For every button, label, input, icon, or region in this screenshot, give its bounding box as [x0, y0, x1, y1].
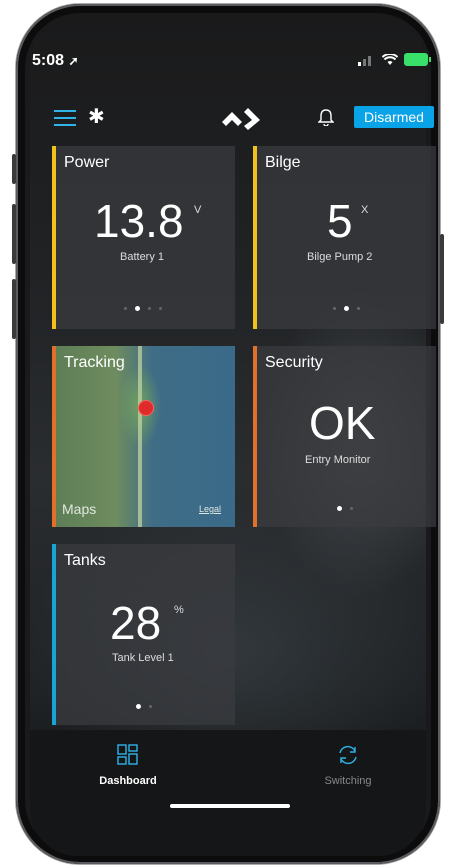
legal-link[interactable]: Legal [199, 504, 221, 514]
wifi-icon [382, 53, 398, 65]
bilge-page-dots[interactable] [333, 306, 360, 311]
power-subtitle: Battery 1 [120, 251, 165, 263]
page-dot-active[interactable] [337, 506, 342, 511]
menu-button[interactable] [54, 110, 76, 126]
bilge-unit: X [361, 204, 369, 216]
volume-down-button [12, 279, 16, 339]
battery-charging-icon [404, 53, 431, 66]
security-accent-bar [253, 346, 257, 527]
tanks-subtitle: Tank Level 1 [112, 652, 174, 664]
tab-switching[interactable]: Switching [288, 744, 408, 787]
bilge-tile[interactable]: Bilge 5 X Bilge Pump 2 [253, 146, 436, 329]
power-value: 13.8 [94, 195, 184, 247]
maps-attribution: Maps [62, 501, 96, 517]
signal-icon [358, 55, 371, 66]
security-tile[interactable]: Security OK Entry Monitor [253, 346, 436, 527]
power-title: Power [64, 154, 110, 171]
power-button [440, 234, 444, 324]
dashboard-grid-icon [117, 744, 138, 765]
bluetooth-icon[interactable]: ✱ [88, 104, 105, 129]
status-bar: 5:08 ➚ [0, 0, 456, 80]
page-dot[interactable] [148, 307, 151, 310]
security-subtitle: Entry Monitor [305, 454, 371, 466]
tanks-accent-bar [52, 544, 56, 725]
hamburger-icon [54, 110, 76, 112]
home-indicator[interactable] [170, 804, 290, 808]
mute-switch [12, 154, 16, 184]
switching-refresh-icon [339, 745, 357, 765]
location-arrow-icon: ➚ [68, 54, 79, 68]
maps-label: Maps [62, 501, 97, 517]
bilge-value: 5 [327, 195, 353, 247]
power-unit: V [194, 204, 202, 216]
brand-logo-icon [222, 108, 260, 130]
bilge-subtitle: Bilge Pump 2 [307, 251, 373, 263]
page-dot-active[interactable] [136, 704, 141, 709]
power-page-dots[interactable] [124, 306, 162, 311]
tanks-title: Tanks [64, 552, 106, 569]
bilge-accent-bar [253, 146, 257, 329]
coastline [138, 346, 142, 527]
security-title: Security [265, 354, 323, 371]
tanks-page-dots[interactable] [136, 704, 152, 709]
map-view[interactable] [52, 346, 235, 527]
location-pin-icon[interactable] [138, 400, 154, 416]
power-accent-bar [52, 146, 56, 329]
tab-bar: Dashboard Switching [30, 730, 426, 856]
tanks-value: 28 [110, 597, 162, 649]
bilge-title: Bilge [265, 154, 301, 171]
power-tile[interactable]: Power 13.8 V Battery 1 [52, 146, 235, 329]
tracking-accent-bar [52, 346, 56, 527]
tab-dashboard-label: Dashboard [99, 775, 157, 787]
page-dot-active[interactable] [344, 306, 349, 311]
security-value: OK [309, 397, 376, 449]
page-dot[interactable] [149, 705, 152, 708]
page-dot[interactable] [124, 307, 127, 310]
page-dot[interactable] [159, 307, 162, 310]
tanks-tile[interactable]: Tanks 28 % Tank Level 1 [52, 544, 235, 725]
bell-icon[interactable] [318, 108, 334, 126]
status-icons [358, 53, 431, 66]
page-dot[interactable] [357, 307, 360, 310]
volume-up-button [12, 204, 16, 264]
tracking-title: Tracking [64, 354, 125, 371]
tab-dashboard[interactable]: Dashboard [68, 744, 188, 787]
tracking-tile[interactable]: Tracking Maps Legal [52, 346, 235, 527]
tanks-unit: % [174, 604, 184, 616]
tab-switching-label: Switching [324, 775, 372, 787]
page-dot-active[interactable] [135, 306, 140, 311]
disarmed-badge[interactable]: Disarmed [354, 106, 434, 128]
page-dot[interactable] [333, 307, 336, 310]
time-text: 5:08 [32, 52, 65, 69]
page-dot[interactable] [350, 507, 353, 510]
clock: 5:08 ➚ [32, 52, 79, 70]
security-page-dots[interactable] [337, 506, 353, 511]
